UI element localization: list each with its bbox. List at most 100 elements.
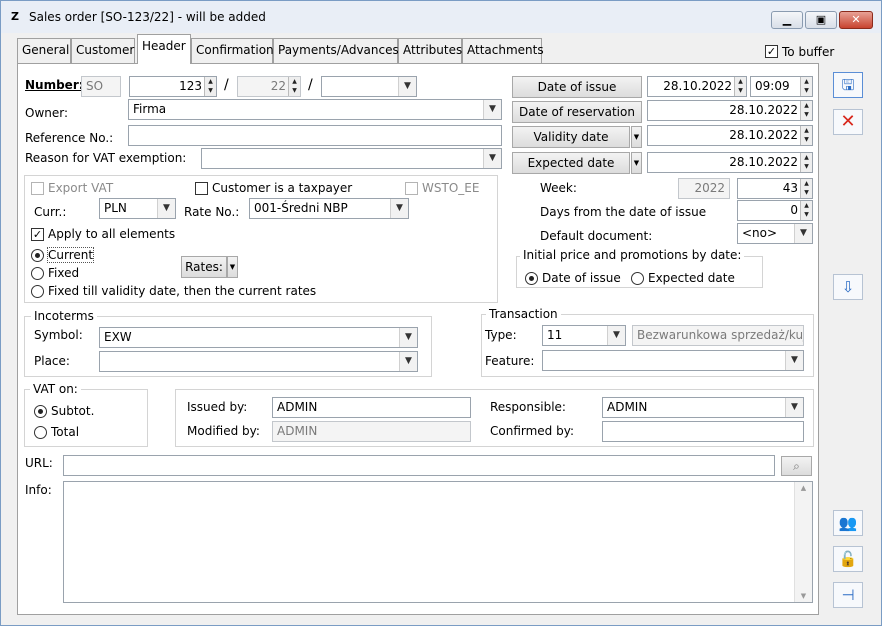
validity-date-spinner[interactable]: ▲ ▼	[800, 126, 812, 145]
vat-exemption-select[interactable]: ▼	[201, 148, 502, 169]
initial-price-expected-date-label: Expected date	[648, 271, 735, 285]
issue-date-field[interactable]: 28.10.2022 ▲ ▼	[647, 76, 747, 97]
incoterms-place-select[interactable]: ▼	[99, 351, 418, 372]
rate-no-value: 001-Średni NBP	[254, 201, 348, 215]
rates-button[interactable]: Rates:	[181, 256, 227, 278]
tab-attachments[interactable]: Attachments	[462, 38, 544, 63]
validity-date-dropdown[interactable]: ▼	[631, 126, 642, 148]
close-icon: ✕	[851, 13, 861, 26]
days-from-issue-value: 0	[790, 203, 798, 217]
scroll-down-icon[interactable]: ▼	[795, 592, 812, 600]
expected-date-button[interactable]: Expected date	[512, 152, 630, 174]
rate-no-select[interactable]: 001-Średni NBP ▼	[249, 198, 409, 219]
users-button[interactable]: 👥	[833, 510, 863, 536]
tab-customer[interactable]: Customer	[71, 38, 135, 63]
week-field[interactable]: 43 ▲ ▼	[737, 178, 813, 199]
transaction-feature-select[interactable]: ▼	[542, 350, 804, 371]
tab-payments-advances[interactable]: Payments/Advances	[273, 38, 399, 63]
issue-time-spinner[interactable]: ▲ ▼	[800, 77, 812, 96]
chevron-down-icon: ▼	[785, 351, 803, 370]
vat-on-subtotal-radio[interactable]	[34, 405, 47, 418]
info-textarea[interactable]: ▲ ▼	[63, 481, 813, 603]
export-vat-label: Export VAT	[48, 181, 114, 195]
rate-fixed-radio[interactable]	[31, 267, 44, 280]
owner-select[interactable]: Firma ▼	[128, 99, 502, 120]
tab-header[interactable]: Header	[137, 34, 191, 64]
validity-date-value: 28.10.2022	[729, 128, 798, 142]
url-field[interactable]	[63, 455, 775, 476]
number-separator-2: /	[308, 77, 313, 93]
cancel-button[interactable]: ✕	[833, 109, 863, 135]
customer-taxpayer-checkbox[interactable]	[195, 182, 208, 195]
default-document-select[interactable]: <no> ▼	[737, 223, 813, 244]
number-suffix-select[interactable]: ▼	[321, 76, 417, 97]
issue-date-spinner[interactable]: ▲ ▼	[734, 77, 746, 96]
sales-order-window: Z Sales order [SO-123/22] - will be adde…	[0, 0, 882, 626]
number-year-field[interactable]: 22 ▲ ▼	[237, 76, 301, 97]
issue-time-field[interactable]: 09:09 ▲ ▼	[750, 76, 813, 97]
rate-fixed-till-radio[interactable]	[31, 285, 44, 298]
reference-field[interactable]	[128, 125, 502, 146]
transaction-feature-label: Feature:	[485, 354, 535, 368]
minimize-button[interactable]: ▁	[771, 11, 803, 29]
expected-date-field[interactable]: 28.10.2022 ▲ ▼	[647, 152, 813, 173]
number-spinner[interactable]: ▲ ▼	[204, 77, 216, 96]
issued-by-field[interactable]: ADMIN	[272, 397, 471, 418]
vat-on-total-radio[interactable]	[34, 426, 47, 439]
rates-dropdown[interactable]: ▼	[227, 256, 238, 278]
save-button[interactable]: 🖫	[833, 72, 863, 98]
confirmed-by-field[interactable]	[602, 421, 804, 442]
responsible-select[interactable]: ADMIN ▼	[602, 397, 804, 418]
date-of-issue-button[interactable]: Date of issue	[512, 76, 642, 98]
minimize-icon: ▁	[782, 13, 792, 26]
lock-icon: 🔓	[838, 550, 858, 568]
chevron-down-icon: ▼	[607, 326, 625, 345]
lock-button[interactable]: 🔓	[833, 546, 863, 572]
reservation-date-field[interactable]: 28.10.2022 ▲ ▼	[647, 100, 813, 121]
validity-date-button[interactable]: Validity date	[512, 126, 630, 148]
scroll-up-icon[interactable]: ▲	[795, 484, 812, 492]
to-buffer-checkbox[interactable]: ✓	[765, 45, 778, 58]
responsible-label: Responsible:	[490, 400, 566, 414]
expected-date-value: 28.10.2022	[729, 155, 798, 169]
tab-confirmation[interactable]: Confirmation	[191, 38, 274, 63]
customer-taxpayer-label: Customer is a taxpayer	[212, 181, 353, 195]
initial-price-date-of-issue-radio[interactable]	[525, 272, 538, 285]
tab-attributes[interactable]: Attributes	[398, 38, 462, 63]
export-vat-checkbox	[31, 182, 44, 195]
rate-fixed-till-label: Fixed till validity date, then the curre…	[48, 284, 317, 298]
reservation-date-spinner[interactable]: ▲ ▼	[800, 101, 812, 120]
export-icon: ⇩	[841, 278, 855, 296]
validity-date-field[interactable]: 28.10.2022 ▲ ▼	[647, 125, 813, 146]
info-scrollbar[interactable]: ▲ ▼	[794, 482, 812, 602]
transaction-type-select[interactable]: 11 ▼	[542, 325, 626, 346]
default-document-value: <no>	[742, 226, 778, 240]
rate-current-radio[interactable]	[31, 249, 44, 262]
incoterms-title: Incoterms	[31, 309, 97, 323]
close-button[interactable]: ✕	[839, 11, 873, 29]
number-field[interactable]: 123 ▲ ▼	[129, 76, 217, 97]
initial-price-expected-date-radio[interactable]	[631, 272, 644, 285]
info-label: Info:	[25, 483, 52, 497]
pin-button[interactable]: ⊣	[833, 582, 863, 608]
week-year-field: 2022	[678, 178, 730, 199]
export-button[interactable]: ⇩	[833, 274, 863, 300]
currency-value: PLN	[104, 201, 127, 215]
incoterms-symbol-select[interactable]: EXW ▼	[99, 327, 418, 348]
days-spinner[interactable]: ▲ ▼	[800, 201, 812, 220]
date-of-reservation-button[interactable]: Date of reservation	[512, 101, 642, 123]
currency-select[interactable]: PLN ▼	[99, 198, 176, 219]
users-icon: 👥	[838, 514, 858, 532]
maximize-button[interactable]: ▣	[805, 11, 837, 29]
url-open-button[interactable]: ⌕	[781, 456, 812, 476]
to-buffer-label: To buffer	[782, 45, 835, 59]
days-from-issue-field[interactable]: 0 ▲ ▼	[737, 200, 813, 221]
week-spinner[interactable]: ▲ ▼	[800, 179, 812, 198]
year-spinner[interactable]: ▲ ▼	[288, 77, 300, 96]
expected-date-spinner[interactable]: ▲ ▼	[800, 153, 812, 172]
tab-general[interactable]: General	[17, 38, 71, 63]
chevron-down-icon: ▼	[794, 224, 812, 243]
week-label: Week:	[540, 181, 577, 195]
expected-date-dropdown[interactable]: ▼	[631, 152, 642, 174]
apply-all-checkbox[interactable]: ✓	[31, 228, 44, 241]
